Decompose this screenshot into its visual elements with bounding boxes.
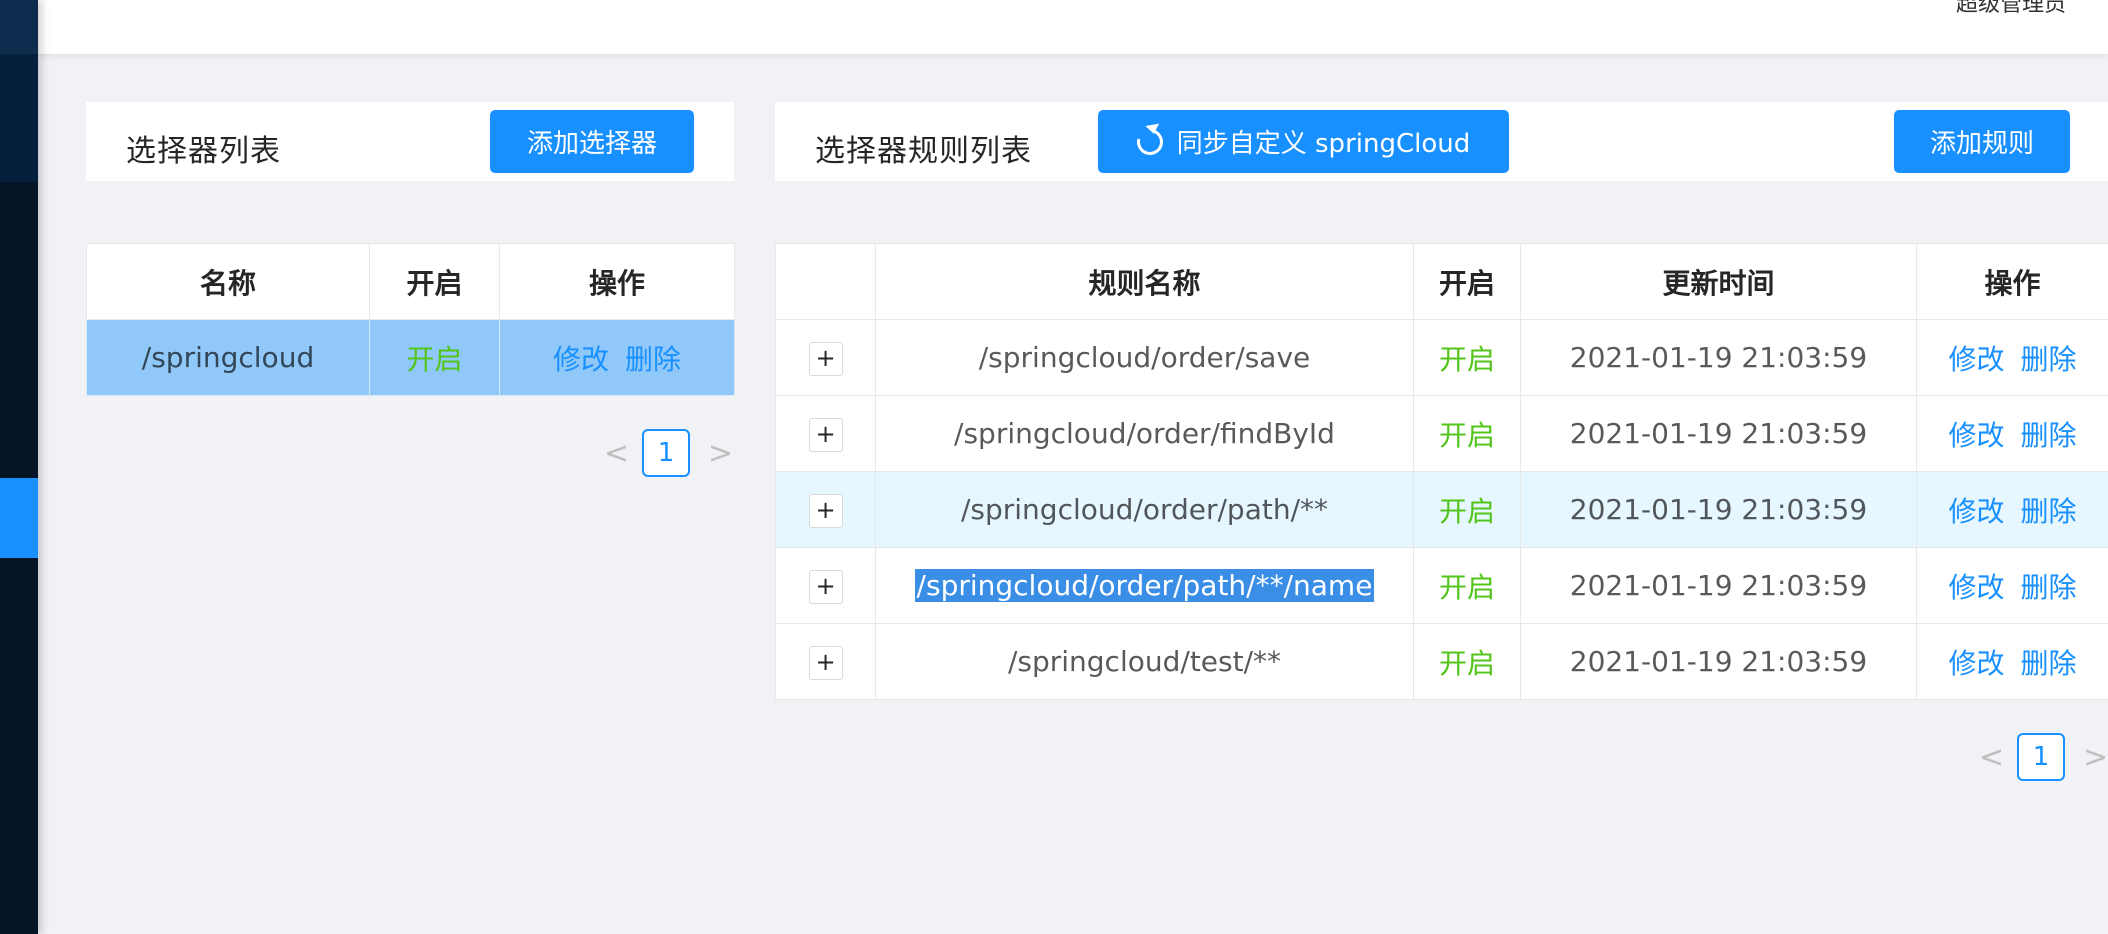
- expand-icon[interactable]: +: [808, 341, 843, 376]
- prev-page-icon[interactable]: <: [604, 436, 629, 471]
- selector-name: /springcloud: [86, 319, 370, 396]
- status-badge: 开启: [1413, 547, 1521, 624]
- table-row[interactable]: + /springcloud/order/save 开启 2021-01-19 …: [775, 319, 2108, 396]
- rule-name: /springcloud/order/findById: [875, 395, 1414, 472]
- row-actions: 修改 删除: [1916, 395, 2108, 472]
- selector-list-title: 选择器列表: [126, 134, 281, 169]
- table-row[interactable]: + /springcloud/order/findById 开启 2021-01…: [775, 395, 2108, 472]
- edit-link[interactable]: 修改: [553, 338, 609, 378]
- delete-link[interactable]: 删除: [2021, 566, 2077, 606]
- expand-icon[interactable]: +: [808, 493, 843, 528]
- column-header-actions: 操作: [499, 243, 735, 320]
- rule-list-header: 选择器规则列表 同步自定义 springCloud 添加规则: [775, 102, 2108, 181]
- add-selector-button[interactable]: 添加选择器: [490, 110, 694, 173]
- table-row[interactable]: + /springcloud/order/path/** 开启 2021-01-…: [775, 471, 2108, 548]
- next-page-icon[interactable]: >: [708, 436, 733, 471]
- delete-link[interactable]: 删除: [2021, 642, 2077, 682]
- sync-icon: [1131, 123, 1168, 160]
- edit-link[interactable]: 修改: [1948, 566, 2004, 606]
- row-actions: 修改 删除: [1916, 471, 2108, 548]
- table-row[interactable]: /springcloud 开启 修改 删除: [86, 319, 735, 396]
- rule-name: /springcloud/test/**: [875, 623, 1414, 700]
- column-header-expand: [775, 243, 876, 320]
- delete-link[interactable]: 删除: [2021, 338, 2077, 378]
- status-badge: 开启: [1413, 395, 1521, 472]
- edit-link[interactable]: 修改: [1948, 338, 2004, 378]
- expand-cell: +: [775, 471, 876, 548]
- page-number[interactable]: 1: [2017, 733, 2065, 781]
- update-time: 2021-01-19 21:03:59: [1520, 623, 1917, 700]
- status-badge: 开启: [1413, 471, 1521, 548]
- expand-icon[interactable]: +: [808, 569, 843, 604]
- add-selector-label: 添加选择器: [526, 129, 657, 159]
- expand-cell: +: [775, 547, 876, 624]
- prev-page-icon[interactable]: <: [1979, 740, 2004, 775]
- next-page-icon[interactable]: >: [2083, 740, 2108, 775]
- delete-link[interactable]: 删除: [625, 338, 681, 378]
- edit-link[interactable]: 修改: [1948, 414, 2004, 454]
- rule-pagination: < 1 >: [1979, 733, 2108, 781]
- sync-button-label: 同步自定义 springCloud: [1176, 129, 1471, 159]
- table-header-row: 名称 开启 操作: [86, 243, 735, 320]
- selector-table: 名称 开启 操作 /springcloud 开启 修改 删除: [86, 243, 735, 396]
- expand-cell: +: [775, 623, 876, 700]
- update-time: 2021-01-19 21:03:59: [1520, 547, 1917, 624]
- column-header-name: 名称: [86, 243, 370, 320]
- top-header: 超级管理员: [38, 0, 2108, 54]
- column-header-rule-name: 规则名称: [875, 243, 1414, 320]
- rule-name: /springcloud/order/save: [875, 319, 1414, 396]
- status-badge: 开启: [1413, 319, 1521, 396]
- expand-icon[interactable]: +: [808, 645, 843, 680]
- sidebar-menu-item[interactable]: [0, 54, 38, 182]
- table-row[interactable]: + /springcloud/order/path/**/name 开启 202…: [775, 547, 2108, 624]
- column-header-update-time: 更新时间: [1520, 243, 1917, 320]
- column-header-actions: 操作: [1916, 243, 2108, 320]
- add-rule-label: 添加规则: [1929, 129, 2034, 159]
- table-header-row: 规则名称 开启 更新时间 操作: [775, 243, 2108, 320]
- user-menu[interactable]: 超级管理员: [1956, 0, 2066, 18]
- delete-link[interactable]: 删除: [2021, 490, 2077, 530]
- selector-list-header: 选择器列表 添加选择器: [86, 102, 734, 181]
- expand-cell: +: [775, 395, 876, 472]
- update-time: 2021-01-19 21:03:59: [1520, 471, 1917, 548]
- rule-name: /springcloud/order/path/**: [875, 471, 1414, 548]
- selector-pagination: < 1 >: [604, 429, 733, 477]
- rule-table: 规则名称 开启 更新时间 操作 + /springcloud/order/sav…: [775, 243, 2108, 700]
- rule-list-title: 选择器规则列表: [815, 134, 1032, 169]
- status-badge: 开启: [1413, 623, 1521, 700]
- column-header-enabled: 开启: [1413, 243, 1521, 320]
- rule-name-cell: /springcloud/order/path/**/name: [875, 547, 1414, 624]
- update-time: 2021-01-19 21:03:59: [1520, 319, 1917, 396]
- row-actions: 修改 删除: [499, 319, 735, 396]
- page-number[interactable]: 1: [642, 429, 690, 477]
- rule-name: /springcloud/order/path/**/name: [914, 569, 1375, 602]
- expand-cell: +: [775, 319, 876, 396]
- table-row[interactable]: + /springcloud/test/** 开启 2021-01-19 21:…: [775, 623, 2108, 700]
- add-rule-button[interactable]: 添加规则: [1894, 110, 2070, 173]
- sync-springcloud-button[interactable]: 同步自定义 springCloud: [1098, 110, 1509, 173]
- status-badge: 开启: [369, 319, 500, 396]
- row-actions: 修改 删除: [1916, 319, 2108, 396]
- column-header-enabled: 开启: [369, 243, 500, 320]
- row-actions: 修改 删除: [1916, 623, 2108, 700]
- edit-link[interactable]: 修改: [1948, 642, 2004, 682]
- edit-link[interactable]: 修改: [1948, 490, 2004, 530]
- expand-icon[interactable]: +: [808, 417, 843, 452]
- update-time: 2021-01-19 21:03:59: [1520, 395, 1917, 472]
- sidebar-logo-area: [0, 0, 38, 54]
- row-actions: 修改 删除: [1916, 547, 2108, 624]
- delete-link[interactable]: 删除: [2021, 414, 2077, 454]
- sidebar: [0, 0, 38, 934]
- sidebar-active-item[interactable]: [0, 478, 38, 558]
